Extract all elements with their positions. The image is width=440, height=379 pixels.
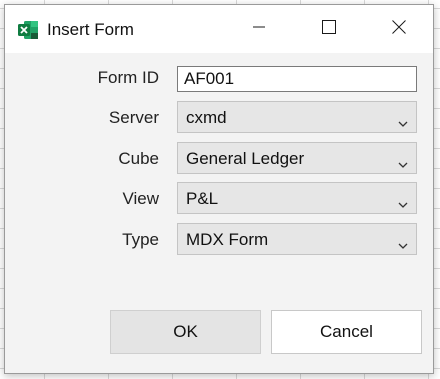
chevron-down-icon — [398, 194, 408, 208]
minimize-icon — [252, 20, 266, 39]
excel-icon — [17, 19, 39, 41]
cube-value: General Ledger — [186, 149, 305, 168]
insert-form-dialog: Insert Form Form ID AF001 Server cxmd Cu… — [4, 4, 434, 374]
chevron-down-icon — [398, 154, 408, 168]
view-row: View P&L — [5, 182, 433, 216]
view-dropdown[interactable]: P&L — [177, 182, 417, 214]
server-row: Server cxmd — [5, 101, 433, 135]
close-icon — [392, 19, 406, 39]
chevron-down-icon — [398, 235, 408, 249]
dialog-title: Insert Form — [47, 20, 134, 39]
server-value: cxmd — [186, 108, 227, 127]
type-label: Type — [122, 230, 159, 249]
cancel-button[interactable]: Cancel — [271, 310, 422, 354]
close-button[interactable] — [376, 5, 422, 53]
maximize-button[interactable] — [306, 5, 352, 53]
view-label: View — [122, 189, 159, 208]
server-dropdown[interactable]: cxmd — [177, 101, 417, 133]
view-value: P&L — [186, 189, 219, 208]
form-id-label: Form ID — [97, 68, 159, 87]
cube-dropdown[interactable]: General Ledger — [177, 142, 417, 174]
type-dropdown[interactable]: MDX Form — [177, 223, 417, 255]
ok-button[interactable]: OK — [110, 310, 261, 354]
minimize-button[interactable] — [236, 5, 282, 53]
type-row: Type MDX Form — [5, 223, 433, 257]
server-label: Server — [108, 108, 159, 127]
chevron-down-icon — [398, 113, 408, 127]
type-value: MDX Form — [186, 230, 269, 249]
form-id-field[interactable]: AF001 — [177, 66, 417, 92]
maximize-icon — [322, 19, 336, 39]
form-id-row: Form ID AF001 — [5, 66, 433, 100]
cube-label: Cube — [118, 149, 159, 168]
cube-row: Cube General Ledger — [5, 142, 433, 176]
title-bar: Insert Form — [5, 5, 433, 53]
